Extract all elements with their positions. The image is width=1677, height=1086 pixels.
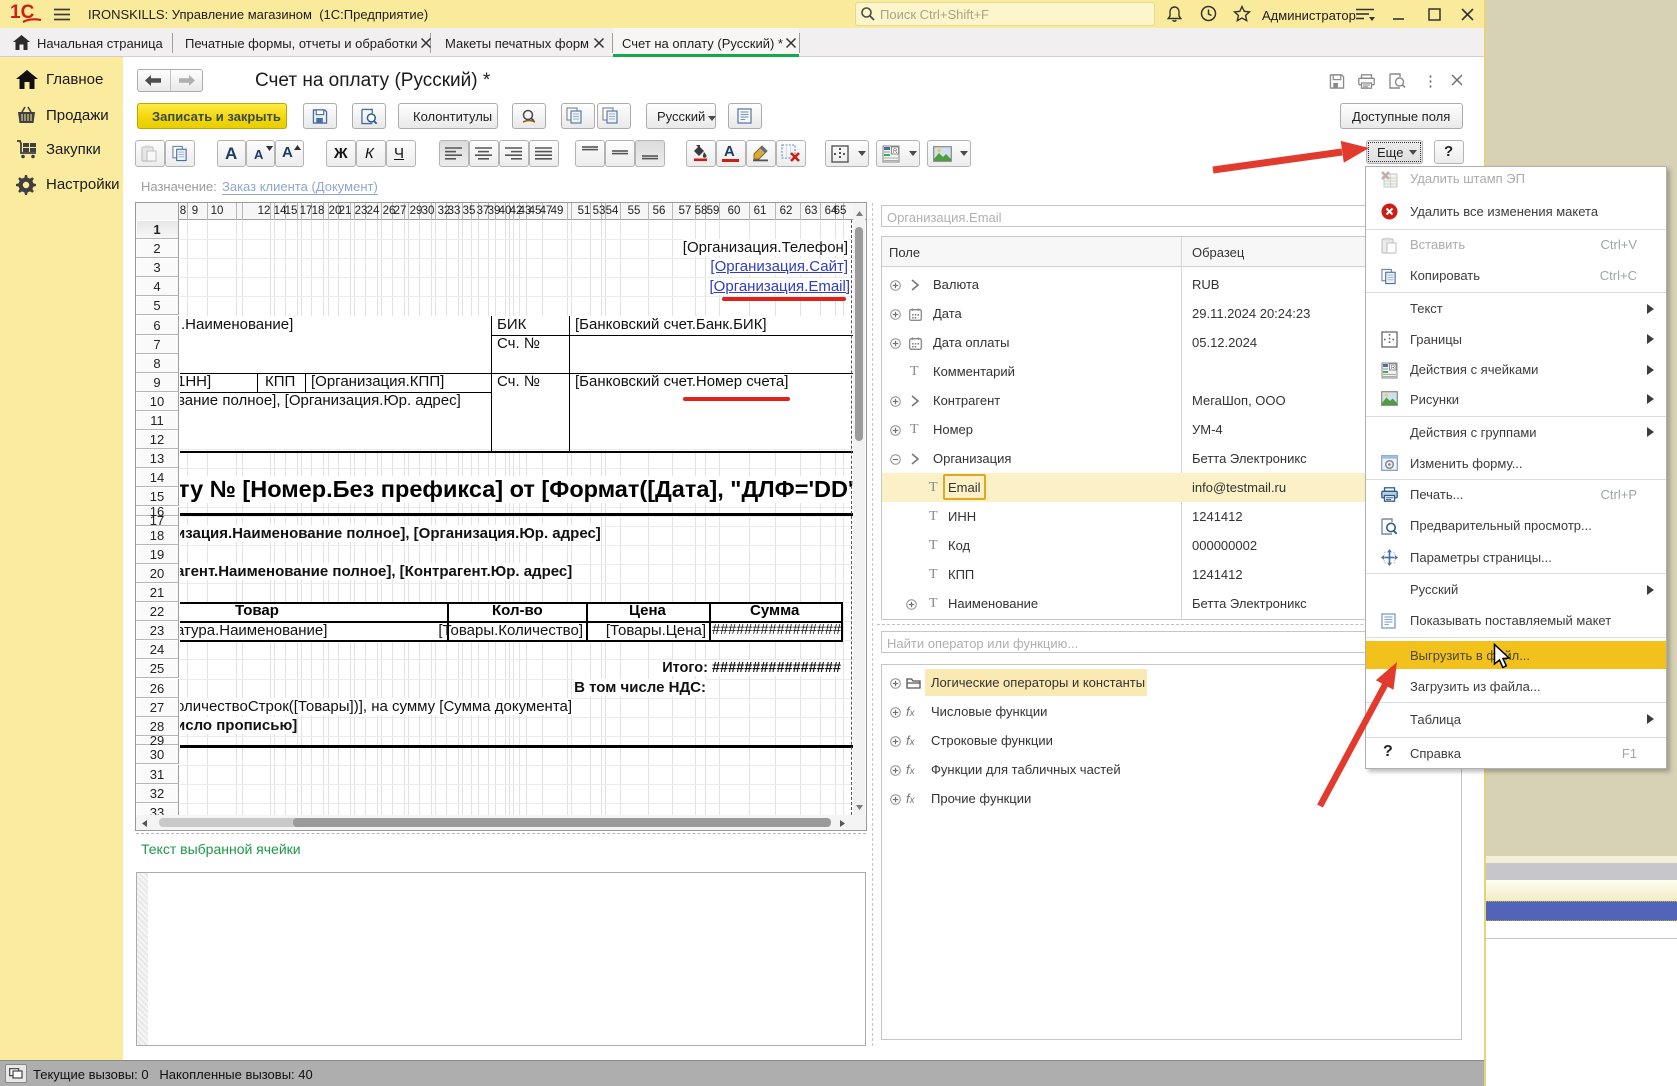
svg-text:R: R xyxy=(893,149,898,155)
svg-text:R: R xyxy=(1391,365,1395,371)
